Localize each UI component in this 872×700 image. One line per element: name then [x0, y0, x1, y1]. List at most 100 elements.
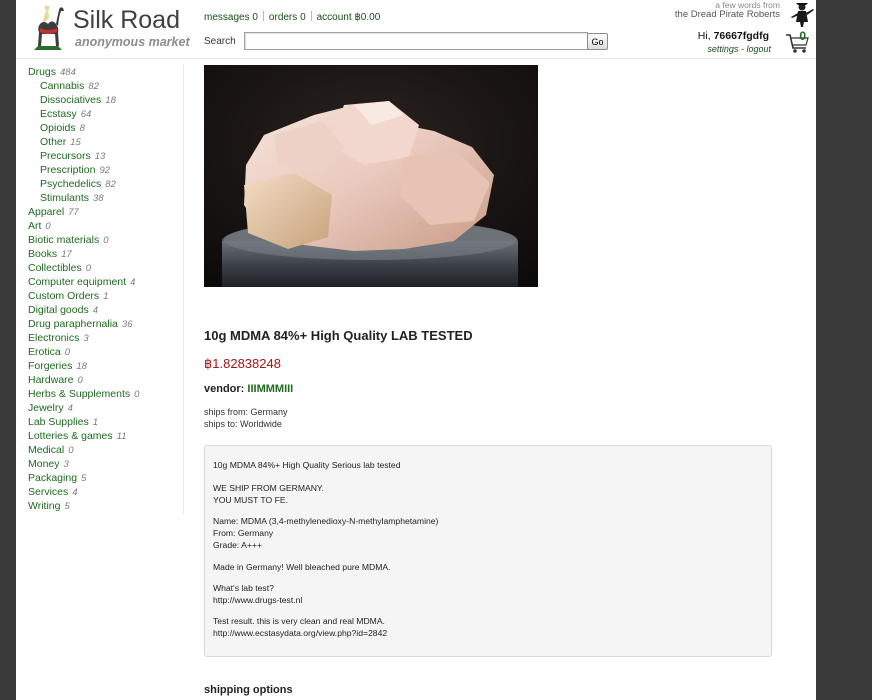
search-label: Search [204, 36, 236, 47]
category-name: Apparel [28, 206, 65, 218]
sidebar-category[interactable]: Writing 5 [28, 499, 184, 513]
sidebar-category[interactable]: Lotteries & games 11 [28, 429, 184, 443]
sidebar-category[interactable]: Drug paraphernalia 36 [28, 317, 184, 331]
sidebar-category[interactable]: Hardware 0 [28, 373, 184, 387]
description-line: YOU MUST TO FE. [213, 494, 288, 505]
sidebar-category[interactable]: Opioids 8 [28, 121, 184, 135]
sidebar-category[interactable]: Digital goods 4 [28, 303, 184, 317]
category-count: 18 [105, 95, 116, 106]
category-count: 4 [72, 487, 78, 498]
sidebar-category[interactable]: Art 0 [28, 219, 184, 233]
category-name: Services [28, 486, 69, 498]
settings-link[interactable]: settings [707, 44, 738, 54]
sidebar-category[interactable]: Psychedelics 82 [28, 177, 184, 191]
sidebar-category[interactable]: Precursors 13 [28, 149, 184, 163]
category-count: 3 [63, 459, 69, 470]
category-name: Electronics [28, 332, 80, 344]
sidebar-category[interactable]: Erotica 0 [28, 345, 184, 359]
cart-count-badge: 0 [799, 29, 806, 43]
product-photo [204, 65, 538, 287]
sidebar-category[interactable]: Packaging 5 [28, 471, 184, 485]
shopping-cart-icon[interactable] [785, 27, 811, 55]
sidebar-category[interactable]: Prescription 92 [28, 163, 184, 177]
sidebar-category[interactable]: Herbs & Supplements 0 [28, 387, 184, 401]
category-count: 18 [76, 361, 87, 372]
sidebar-category[interactable]: Stimulants 38 [28, 191, 184, 205]
category-name: Opioids [40, 122, 76, 134]
sidebar-category[interactable]: Electronics 3 [28, 331, 184, 345]
description-paragraph: Made in Germany! Well bleached pure MDMA… [213, 562, 391, 574]
sidebar-category[interactable]: Drugs 484 [28, 65, 184, 79]
sidebar-category[interactable]: Cannabis 82 [28, 79, 184, 93]
category-name: Hardware [28, 374, 74, 386]
logout-link[interactable]: logout [746, 44, 771, 54]
category-name: Digital goods [28, 304, 89, 316]
account-balance: ฿0.00 [354, 12, 381, 23]
category-count: 64 [80, 109, 92, 120]
description-line: Made in Germany! Well bleached pure MDMA… [213, 562, 391, 572]
category-count: 4 [67, 403, 73, 414]
sidebar-category[interactable]: Custom Orders 1 [28, 289, 184, 303]
description-line: 10g MDMA 84%+ High Quality Serious lab t… [213, 460, 401, 470]
vendor-link[interactable]: IIIMMMIII [247, 383, 293, 395]
category-name: Drug paraphernalia [28, 318, 118, 330]
dpr-link[interactable]: a few words from the Dread Pirate Robert… [675, 0, 780, 20]
product-price: ฿1.82838248 [204, 356, 281, 371]
camel-logo-icon [34, 5, 64, 50]
product-title: 10g MDMA 84%+ High Quality LAB TESTED [204, 328, 473, 343]
orders-count: 0 [300, 12, 306, 23]
category-name: Stimulants [40, 192, 90, 204]
category-name: Ecstasy [40, 108, 77, 120]
category-name: Medical [28, 444, 65, 456]
category-name: Other [40, 136, 67, 148]
sidebar-category[interactable]: Collectibles 0 [28, 261, 184, 275]
sidebar-category[interactable]: Computer equipment 4 [28, 275, 184, 289]
site-logo[interactable]: Silk Road anonymous market [26, 0, 196, 56]
category-name: Erotica [28, 346, 61, 358]
category-name: Precursors [40, 150, 91, 162]
ships-from: ships from: Germany [204, 407, 288, 417]
sidebar-category[interactable]: Lab Supplies 1 [28, 415, 184, 429]
category-count: 0 [45, 221, 51, 232]
orders-link[interactable]: orders 0 [269, 12, 306, 23]
username: 76667fgdfg [713, 30, 769, 42]
sidebar-category[interactable]: Forgeries 18 [28, 359, 184, 373]
sidebar-category[interactable]: Other 15 [28, 135, 184, 149]
search-go-button[interactable]: Go [587, 33, 608, 50]
category-count: 36 [121, 319, 133, 330]
category-sidebar: Drugs 484 Cannabis 82 Dissociatives 18 Ecstasy… [28, 65, 184, 513]
category-name: Art [28, 220, 42, 232]
sidebar-category[interactable]: Apparel 77 [28, 205, 184, 219]
sidebar-category[interactable]: Books 17 [28, 247, 184, 261]
description-paragraph: 10g MDMA 84%+ High Quality Serious lab t… [213, 460, 401, 472]
messages-link[interactable]: messages 0 [204, 12, 258, 23]
category-count: 1 [92, 417, 99, 428]
description-paragraph: Test result. this is very clean and real… [213, 616, 387, 640]
sidebar-category[interactable]: Money 3 [28, 457, 184, 471]
sidebar-category[interactable]: Jewelry 4 [28, 401, 184, 415]
category-count: 4 [130, 277, 136, 288]
category-count: 0 [64, 347, 70, 358]
description-paragraph: WE SHIP FROM GERMANY. YOU MUST TO FE. [213, 483, 324, 507]
category-name: Packaging [28, 472, 78, 484]
sidebar-category[interactable]: Services 4 [28, 485, 184, 499]
sidebar-category[interactable]: Dissociatives 18 [28, 93, 184, 107]
description-line: Name: MDMA (3,4-methylenedioxy-N-methyla… [213, 516, 439, 526]
vendor-label: vendor: [204, 383, 245, 395]
category-count: 17 [61, 249, 72, 260]
description-line: What's lab test? [213, 583, 274, 593]
account-link[interactable]: account ฿0.00 [317, 12, 381, 23]
category-name: Money [28, 458, 60, 470]
category-count: 1 [103, 291, 109, 302]
description-line: From: Germany [213, 527, 274, 538]
pirate-figure-icon [791, 3, 814, 27]
category-name: Lab Supplies [28, 416, 89, 428]
description-line: Grade: A+++ [213, 539, 262, 550]
sidebar-category[interactable]: Medical 0 [28, 443, 184, 457]
search-input[interactable] [244, 32, 588, 50]
sidebar-category[interactable]: Biotic materials 0 [28, 233, 184, 247]
sidebar-category[interactable]: Ecstasy 64 [28, 107, 184, 121]
user-greeting: Hi, 76667fgdfg [697, 30, 769, 42]
category-count: 3 [83, 333, 89, 344]
description-line: http://www.drugs-test.nl [213, 594, 303, 605]
